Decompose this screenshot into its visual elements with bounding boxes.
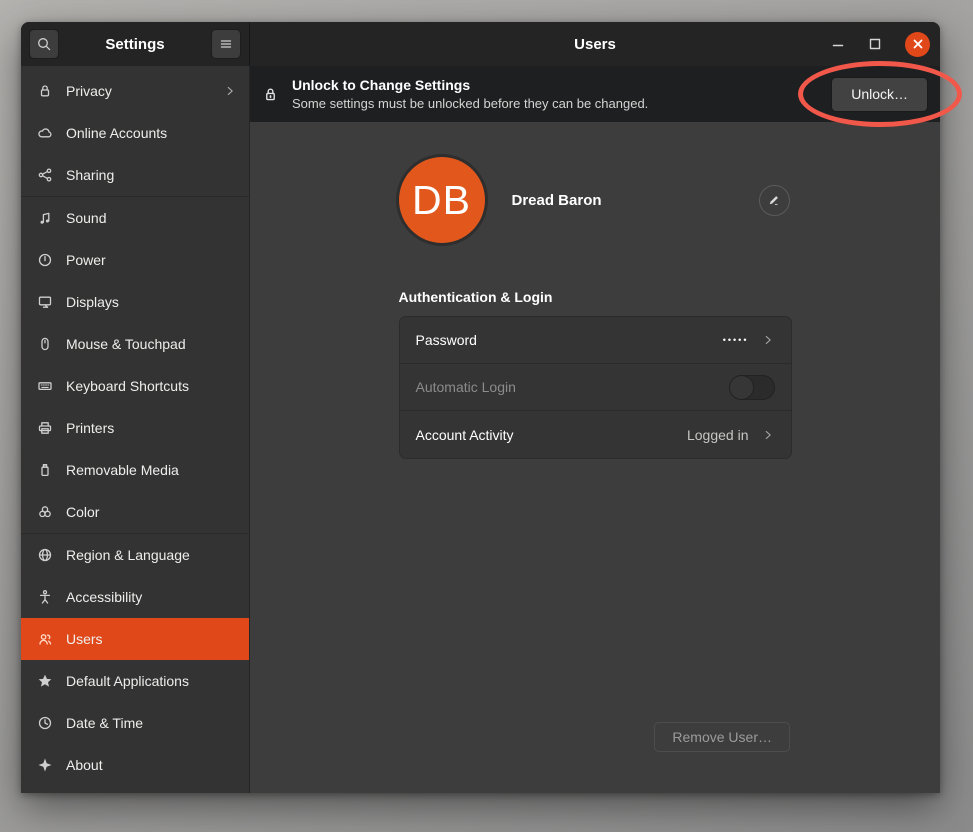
sidebar-item-default-applications[interactable]: Default Applications — [21, 660, 249, 702]
sidebar-item-accessibility[interactable]: Accessibility — [21, 576, 249, 618]
sidebar-item-sharing[interactable]: Sharing — [21, 154, 249, 196]
sidebar-item-mouse-touchpad[interactable]: Mouse & Touchpad — [21, 323, 249, 365]
sidebar-item-date-time[interactable]: Date & Time — [21, 702, 249, 744]
keyboard-icon — [37, 378, 53, 394]
sidebar-item-label: Date & Time — [66, 715, 143, 731]
sidebar-item-removable-media[interactable]: Removable Media — [21, 449, 249, 491]
users-content: DB Dread Baron Authentication & Login Pa… — [250, 122, 940, 793]
sidebar-item-printers[interactable]: Printers — [21, 407, 249, 449]
lock-icon — [37, 83, 53, 99]
sparkle-icon — [37, 757, 53, 773]
row-label: Automatic Login — [416, 379, 516, 395]
sidebar: Privacy Online Accounts Sharing Sound — [21, 66, 250, 793]
auth-card: Password ••••• Automatic Login — [399, 316, 792, 459]
globe-icon — [37, 547, 53, 563]
sidebar-item-power[interactable]: Power — [21, 239, 249, 281]
close-button[interactable] — [905, 32, 930, 57]
lock-icon — [262, 86, 279, 103]
row-label: Account Activity — [416, 427, 514, 443]
section-heading: Authentication & Login — [399, 289, 792, 305]
user-name: Dread Baron — [512, 192, 602, 209]
avatar[interactable]: DB — [399, 157, 485, 243]
sidebar-item-users[interactable]: Users — [21, 618, 249, 660]
search-button[interactable] — [29, 29, 59, 59]
sidebar-header: Settings — [21, 22, 250, 66]
titlebar: Settings Users — [21, 22, 940, 66]
window-body: Privacy Online Accounts Sharing Sound — [21, 66, 940, 793]
minimize-icon — [831, 37, 845, 51]
chevron-right-icon — [223, 84, 237, 98]
share-icon — [37, 167, 53, 183]
sound-icon — [37, 210, 53, 226]
sidebar-item-displays[interactable]: Displays — [21, 281, 249, 323]
remove-user-button[interactable]: Remove User… — [654, 722, 790, 752]
pencil-icon — [767, 193, 781, 207]
content-column: DB Dread Baron Authentication & Login Pa… — [399, 122, 792, 459]
sidebar-item-label: Power — [66, 252, 106, 268]
unlock-button[interactable]: Unlock… — [831, 77, 928, 112]
minimize-button[interactable] — [831, 37, 845, 51]
clock-icon — [37, 715, 53, 731]
banner-texts: Unlock to Change Settings Some settings … — [292, 77, 648, 111]
content-header: Users — [250, 22, 940, 66]
hamburger-icon — [218, 36, 234, 52]
close-icon — [912, 38, 924, 50]
sidebar-item-label: Sound — [66, 210, 106, 226]
cloud-icon — [37, 125, 53, 141]
sidebar-item-label: Accessibility — [66, 589, 142, 605]
sidebar-item-label: Color — [66, 504, 99, 520]
menu-button[interactable] — [211, 29, 241, 59]
sidebar-item-label: Keyboard Shortcuts — [66, 378, 189, 394]
sidebar-item-label: Users — [66, 631, 103, 647]
display-icon — [37, 294, 53, 310]
password-dots: ••••• — [723, 335, 749, 345]
star-icon — [37, 673, 53, 689]
automatic-login-toggle[interactable] — [729, 375, 775, 400]
banner-title: Unlock to Change Settings — [292, 77, 648, 93]
sidebar-item-label: Removable Media — [66, 462, 179, 478]
sidebar-item-color[interactable]: Color — [21, 491, 249, 533]
sidebar-item-about[interactable]: About — [21, 744, 249, 786]
sidebar-item-label: Printers — [66, 420, 114, 436]
account-activity-row[interactable]: Account Activity Logged in — [400, 411, 791, 458]
removable-media-icon — [37, 462, 53, 478]
banner-subtitle: Some settings must be unlocked before th… — [292, 96, 648, 111]
mouse-icon — [37, 336, 53, 352]
settings-window: Settings Users — [21, 22, 940, 793]
accessibility-icon — [37, 589, 53, 605]
edit-name-button[interactable] — [759, 185, 790, 216]
sidebar-item-sound[interactable]: Sound — [21, 197, 249, 239]
power-icon — [37, 252, 53, 268]
user-row: DB Dread Baron — [399, 157, 792, 243]
search-icon — [36, 36, 52, 52]
sidebar-item-online-accounts[interactable]: Online Accounts — [21, 112, 249, 154]
automatic-login-row: Automatic Login — [400, 364, 791, 411]
chevron-right-icon — [761, 333, 775, 347]
sidebar-item-label: Mouse & Touchpad — [66, 336, 186, 352]
sidebar-item-label: Default Applications — [66, 673, 189, 689]
row-value: Logged in — [687, 427, 749, 443]
sidebar-item-region-language[interactable]: Region & Language — [21, 534, 249, 576]
unlock-banner: Unlock to Change Settings Some settings … — [250, 66, 940, 122]
sidebar-item-keyboard-shortcuts[interactable]: Keyboard Shortcuts — [21, 365, 249, 407]
window-controls — [831, 32, 930, 57]
main-panel: Unlock to Change Settings Some settings … — [250, 66, 940, 793]
sidebar-item-privacy[interactable]: Privacy — [21, 70, 249, 112]
sidebar-item-label: Online Accounts — [66, 125, 167, 141]
toggle-knob — [729, 375, 754, 400]
row-label: Password — [416, 332, 477, 348]
sidebar-item-label: Sharing — [66, 167, 114, 183]
desktop-background: Settings Users — [0, 0, 973, 832]
maximize-button[interactable] — [868, 37, 882, 51]
sidebar-item-label: Region & Language — [66, 547, 190, 563]
users-icon — [37, 631, 53, 647]
maximize-icon — [868, 37, 882, 51]
sidebar-item-label: About — [66, 757, 103, 773]
password-row[interactable]: Password ••••• — [400, 317, 791, 364]
chevron-right-icon — [761, 428, 775, 442]
printer-icon — [37, 420, 53, 436]
color-icon — [37, 504, 53, 520]
sidebar-item-label: Privacy — [66, 83, 112, 99]
sidebar-item-label: Displays — [66, 294, 119, 310]
